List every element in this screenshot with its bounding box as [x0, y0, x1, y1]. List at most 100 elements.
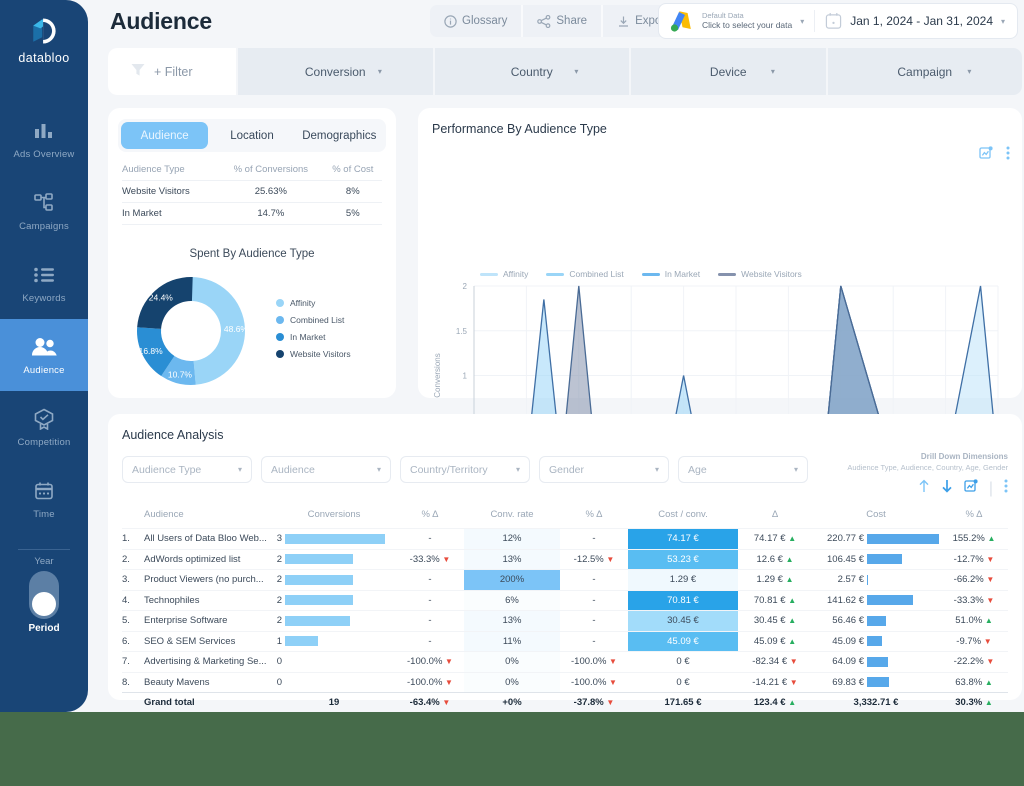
sidebar-item-time[interactable]: Time [0, 463, 88, 535]
table-row[interactable]: In Market 14.7% 5% [122, 202, 382, 225]
share-button[interactable]: Share [523, 5, 604, 37]
drill-toolbar: | [847, 479, 1008, 498]
cell-rate-delta: - [560, 569, 628, 590]
data-source-line1: Default Data [702, 10, 744, 20]
filter-country[interactable]: Country ▾ [432, 48, 630, 95]
drill-down-dimensions: Drill Down Dimensions Audience Type, Aud… [847, 452, 1008, 498]
cell-index: 8. [122, 671, 144, 693]
filter-device[interactable]: Device ▾ [629, 48, 826, 95]
sidebar-item-audience[interactable]: Audience [0, 319, 88, 391]
date-range-chevron-down-icon[interactable]: ▾ [1001, 17, 1005, 26]
table-row[interactable]: 2. AdWords optimized list 2 -33.3% ▼ 13%… [122, 548, 1008, 570]
dropdown-audience-type[interactable]: Audience Type ▾ [122, 456, 252, 483]
drill-export-icon[interactable] [964, 479, 978, 498]
more-vert-icon[interactable] [1006, 146, 1010, 165]
legend-item[interactable]: Affinity [276, 298, 351, 308]
filter-label: Campaign [897, 64, 953, 79]
app-window: databloo Ads Overview Campaigns Keywords [0, 0, 1024, 712]
toggle-knob [32, 592, 56, 616]
analysis-filters: Audience Type ▾ Audience ▾ Country/Territo… [122, 456, 808, 483]
cell-cost-pct: 63.8% ▲ [940, 671, 1008, 693]
sidebar-item-keywords[interactable]: Keywords [0, 247, 88, 319]
cell-audience: Enterprise Software [144, 610, 272, 631]
brand-logo[interactable]: databloo [18, 14, 69, 65]
cost-bar [867, 677, 890, 688]
table-row[interactable]: 7. Advertising & Marketing Se... 0 -100.… [122, 651, 1008, 672]
add-filter-button[interactable]: + Filter [108, 48, 236, 95]
cell-conv-rate: 13% [464, 610, 560, 631]
col-header-audience-type: Audience Type [122, 164, 185, 175]
period-toggle[interactable] [29, 571, 59, 619]
trend-up-icon: ▲ [788, 698, 797, 707]
cell-pct-cost: 5% [323, 202, 382, 225]
table-row[interactable]: 5. Enterprise Software 2 - 13% - 30.45 €… [122, 610, 1008, 631]
y-axis-tick: 1 [463, 372, 468, 381]
page-title: Audience [110, 8, 212, 34]
cell-delta: -14.21 € ▼ [738, 671, 812, 693]
trend-down-icon: ▼ [986, 657, 995, 667]
trend-down-icon: ▼ [986, 554, 995, 564]
tab-demographics[interactable]: Demographics [296, 122, 383, 149]
cost-value: 64.09 € [832, 656, 864, 668]
col-header-pct-cost: % of Cost [332, 164, 374, 175]
dropdown-country-territory[interactable]: Country/Territory ▾ [400, 456, 530, 483]
filter-conversion[interactable]: Conversion ▾ [236, 48, 433, 95]
dropdown-age[interactable]: Age ▾ [678, 456, 808, 483]
trend-down-icon: ▼ [442, 698, 451, 707]
arrow-up-icon[interactable] [918, 479, 930, 498]
legend-item[interactable]: Website Visitors [276, 349, 351, 359]
cell-total-delta: 123.4 € ▲ [738, 692, 812, 712]
cell-pct-delta: -100.0% ▼ [396, 671, 464, 693]
tab-audience[interactable]: Audience [121, 122, 209, 149]
dropdown-audience[interactable]: Audience ▾ [261, 456, 391, 483]
list-icon [31, 263, 57, 287]
sidebar-item-ads-overview[interactable]: Ads Overview [0, 103, 88, 175]
table-row[interactable]: 3. Product Viewers (no purch... 2 - 200%… [122, 569, 1008, 590]
data-source-chevron-down-icon[interactable]: ▾ [800, 17, 804, 26]
cost-bar [867, 636, 883, 647]
donut-slice-label: 24.4% [149, 293, 174, 303]
glossary-button[interactable]: Glossary [430, 5, 524, 37]
sidebar-item-label: Audience [23, 364, 65, 376]
conversions-bar [285, 533, 385, 544]
sidebar-item-campaigns[interactable]: Campaigns [0, 175, 88, 247]
filter-campaign[interactable]: Campaign ▾ [825, 48, 1023, 95]
cost-bar [867, 574, 868, 585]
legend-label: Combined List [290, 315, 345, 325]
tab-location[interactable]: Location [208, 122, 295, 149]
tab-label: Demographics [302, 129, 377, 142]
sidebar-item-competition[interactable]: Competition [0, 391, 88, 463]
chevron-down-icon: ▾ [377, 67, 382, 76]
table-row[interactable]: 6. SEO & SEM Services 1 - 11% - 45.09 € … [122, 630, 1008, 652]
cell-rate-delta: - [560, 589, 628, 611]
sidebar-nav: Ads Overview Campaigns Keywords Audience [0, 103, 88, 535]
trend-down-icon: ▼ [445, 657, 453, 667]
trend-up-icon: ▲ [788, 636, 797, 646]
legend-item[interactable]: In Market [276, 332, 351, 342]
donut-slice[interactable] [137, 277, 193, 329]
dropdown-gender[interactable]: Gender ▾ [539, 456, 669, 483]
cell-total-label: Grand total [144, 692, 272, 712]
legend-item[interactable]: Combined List [276, 315, 351, 325]
data-source-text[interactable]: Default Data Click to select your data [702, 10, 792, 31]
table-row[interactable]: 1. All Users of Data Bloo Web... 3 - 12%… [122, 528, 1008, 549]
table-row[interactable]: Website Visitors 25.63% 8% [122, 180, 382, 203]
donut-legend: Affinity Combined List In Market Website Vi… [276, 298, 351, 359]
donut-chart-title: Spent By Audience Type [189, 248, 315, 260]
col-header-cost: Cost [866, 509, 886, 520]
trend-up-icon: ▲ [987, 534, 996, 544]
table-row[interactable]: 4. Technophiles 2 - 6% - 70.81 € 70.81 €… [122, 589, 1008, 611]
chevron-down-icon: ▾ [654, 465, 659, 474]
table-row[interactable]: 8. Beauty Mavens 0 -100.0% ▼ 0% -100.0% … [122, 671, 1008, 693]
legend-swatch [276, 299, 284, 307]
sidebar-item-label: Competition [17, 436, 71, 448]
export-chart-icon[interactable] [979, 146, 993, 165]
period-toggle-group: Year Period [28, 556, 59, 634]
conversions-bar [285, 636, 318, 647]
date-range-value[interactable]: Jan 1, 2024 - Jan 31, 2024 [850, 14, 993, 28]
cell-total-conv-rate: +0% [464, 692, 560, 712]
arrow-down-icon[interactable] [941, 479, 953, 498]
cell-rate-delta: -12.5% ▼ [560, 548, 628, 570]
more-vert-icon[interactable] [1004, 479, 1008, 498]
chevron-down-icon: ▾ [793, 465, 798, 474]
